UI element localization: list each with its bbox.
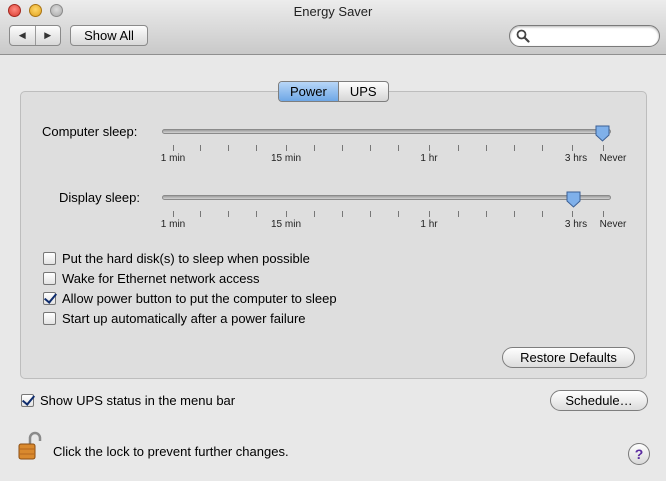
- slider-tick: [542, 211, 543, 217]
- computer-sleep-tick-1min: 1 min: [160, 153, 186, 164]
- slider-tick: [458, 145, 459, 151]
- show-ups-status-label: Show UPS status in the menu bar: [40, 393, 236, 408]
- slider-tick: [173, 145, 174, 151]
- slider-tick: [228, 145, 229, 151]
- slider-tick: [572, 211, 573, 217]
- search-field[interactable]: [509, 25, 660, 47]
- slider-tick: [342, 211, 343, 217]
- schedule-button[interactable]: Schedule…: [550, 390, 648, 411]
- option-show-ups-status[interactable]: Show UPS status in the menu bar: [21, 393, 235, 408]
- lock-message: Click the lock to prevent further change…: [53, 444, 289, 459]
- help-button[interactable]: ?: [628, 443, 650, 465]
- option-power-button-sleep[interactable]: Allow power button to put the computer t…: [43, 291, 337, 306]
- back-button[interactable]: ◀: [10, 26, 35, 45]
- computer-sleep-slider[interactable]: [162, 129, 611, 134]
- auto-startup-label: Start up automatically after a power fai…: [62, 311, 306, 326]
- slider-tick: [256, 145, 257, 151]
- show-all-button[interactable]: Show All: [70, 25, 148, 46]
- auto-startup-checkbox[interactable]: [43, 312, 56, 325]
- display-sleep-tick-1hr: 1 hr: [420, 219, 438, 230]
- display-sleep-slider-thumb[interactable]: [566, 191, 581, 208]
- display-sleep-tick-3hrs: 3 hrs: [564, 219, 588, 230]
- forward-button[interactable]: ▶: [34, 26, 61, 45]
- display-sleep-slider[interactable]: [162, 195, 611, 200]
- power-ups-tab-control: Power UPS: [278, 81, 389, 102]
- computer-sleep-tick-15min: 15 min: [270, 153, 302, 164]
- option-hard-disk-sleep[interactable]: Put the hard disk(s) to sleep when possi…: [43, 251, 310, 266]
- forward-arrow-icon: ▶: [44, 30, 52, 40]
- slider-tick: [228, 211, 229, 217]
- window-toolbar: Energy Saver ◀ ▶ Show All: [0, 0, 666, 55]
- computer-sleep-label: Computer sleep:: [42, 124, 138, 139]
- computer-sleep-tick-3hrs: 3 hrs: [564, 153, 588, 164]
- slider-tick: [200, 145, 201, 151]
- display-sleep-ticks: [162, 211, 611, 217]
- window-title: Energy Saver: [293, 4, 373, 19]
- slider-tick: [398, 211, 399, 217]
- magnifier-icon: [516, 29, 530, 43]
- wake-ethernet-label: Wake for Ethernet network access: [62, 271, 260, 286]
- slider-tick: [514, 145, 515, 151]
- slider-tick: [173, 211, 174, 217]
- slider-tick: [486, 211, 487, 217]
- slider-tick: [572, 145, 573, 151]
- option-wake-ethernet[interactable]: Wake for Ethernet network access: [43, 271, 260, 286]
- slider-tick: [458, 211, 459, 217]
- slider-tick: [314, 145, 315, 151]
- slider-tick: [370, 145, 371, 151]
- power-button-sleep-label: Allow power button to put the computer t…: [62, 291, 337, 306]
- hard-disk-sleep-checkbox[interactable]: [43, 252, 56, 265]
- slider-tick: [429, 211, 430, 217]
- slider-tick: [486, 145, 487, 151]
- back-forward-control: ◀ ▶: [9, 25, 61, 46]
- computer-sleep-tick-1hr: 1 hr: [420, 153, 438, 164]
- restore-defaults-button[interactable]: Restore Defaults: [502, 347, 635, 368]
- slider-tick: [603, 145, 604, 151]
- power-button-sleep-checkbox[interactable]: [43, 292, 56, 305]
- display-sleep-tick-15min: 15 min: [270, 219, 302, 230]
- wake-ethernet-checkbox[interactable]: [43, 272, 56, 285]
- back-arrow-icon: ◀: [18, 30, 26, 40]
- display-sleep-tick-1min: 1 min: [160, 219, 186, 230]
- slider-tick: [200, 211, 201, 217]
- computer-sleep-tick-never: Never: [599, 153, 627, 164]
- unlocked-padlock-icon[interactable]: [18, 431, 42, 461]
- slider-tick: [342, 145, 343, 151]
- computer-sleep-ticks: [162, 145, 611, 151]
- tab-ups[interactable]: UPS: [337, 82, 388, 101]
- tab-power[interactable]: Power: [279, 82, 338, 101]
- slider-tick: [286, 211, 287, 217]
- slider-tick: [514, 211, 515, 217]
- help-icon: ?: [634, 446, 644, 462]
- slider-tick: [370, 211, 371, 217]
- slider-tick: [429, 145, 430, 151]
- slider-tick: [314, 211, 315, 217]
- option-auto-startup[interactable]: Start up automatically after a power fai…: [43, 311, 306, 326]
- slider-tick: [286, 145, 287, 151]
- display-sleep-tick-never: Never: [599, 219, 627, 230]
- slider-tick: [542, 145, 543, 151]
- slider-tick: [398, 145, 399, 151]
- hard-disk-sleep-label: Put the hard disk(s) to sleep when possi…: [62, 251, 310, 266]
- show-ups-status-checkbox[interactable]: [21, 394, 34, 407]
- slider-tick: [603, 211, 604, 217]
- display-sleep-label: Display sleep:: [59, 190, 140, 205]
- computer-sleep-slider-thumb[interactable]: [595, 125, 610, 142]
- slider-tick: [256, 211, 257, 217]
